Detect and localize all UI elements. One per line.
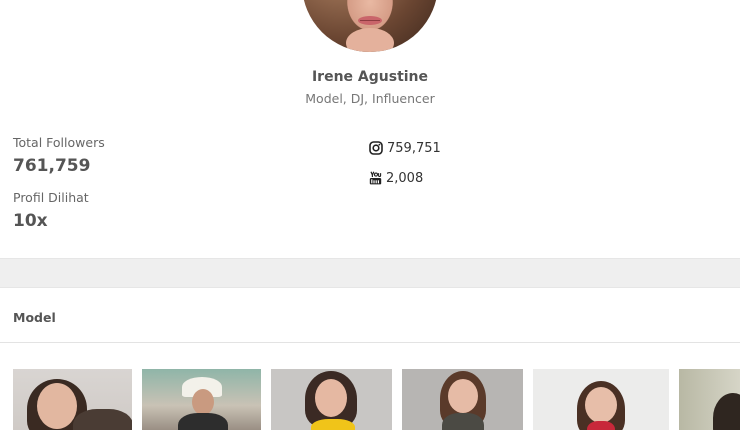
photo-subject-hair: [713, 393, 740, 430]
photo-subject-body: [73, 409, 132, 430]
model-photo-4[interactable]: [402, 369, 523, 430]
photo-subject-face: [585, 387, 617, 423]
section-separator: [0, 258, 740, 288]
total-followers-label: Total Followers: [13, 135, 105, 150]
youtube-subscriber-count: 2,008: [386, 170, 424, 186]
photo-subject-face: [448, 379, 478, 413]
instagram-follower-count: 759,751: [387, 140, 441, 156]
youtube-stat[interactable]: 2,008: [369, 170, 423, 186]
avatar: [302, 0, 438, 52]
photo-subject-body: [311, 419, 355, 430]
photo-subject-body: [587, 421, 615, 430]
model-photo-5[interactable]: [533, 369, 669, 430]
photo-subject-face: [315, 379, 347, 417]
youtube-icon: [369, 171, 382, 185]
model-photo-6[interactable]: [679, 369, 740, 430]
avatar-face-chin: [346, 28, 394, 52]
photo-subject-body: [442, 413, 484, 430]
profile-role: Model, DJ, Influencer: [305, 91, 435, 106]
photo-subject-face: [37, 383, 77, 429]
profile-name: Irene Agustine: [311, 69, 429, 85]
instagram-stat[interactable]: 759,751: [369, 140, 441, 156]
profile-card: Irene Agustine Model, DJ, Influencer Tot…: [0, 0, 740, 258]
model-photo-3[interactable]: [271, 369, 392, 430]
photo-subject-face: [192, 389, 214, 415]
model-photo-1[interactable]: [13, 369, 132, 430]
section-divider: [0, 342, 740, 343]
model-section-title: Model: [13, 310, 56, 325]
model-photo-2[interactable]: [142, 369, 261, 430]
instagram-icon: [369, 141, 383, 155]
profile-views-value: 10x: [13, 211, 48, 231]
profile-views-label: Profil Dilihat: [13, 190, 89, 205]
total-followers-value: 761,759: [13, 156, 91, 176]
photo-subject-body: [178, 413, 228, 430]
avatar-face-lips-line: [360, 20, 380, 21]
